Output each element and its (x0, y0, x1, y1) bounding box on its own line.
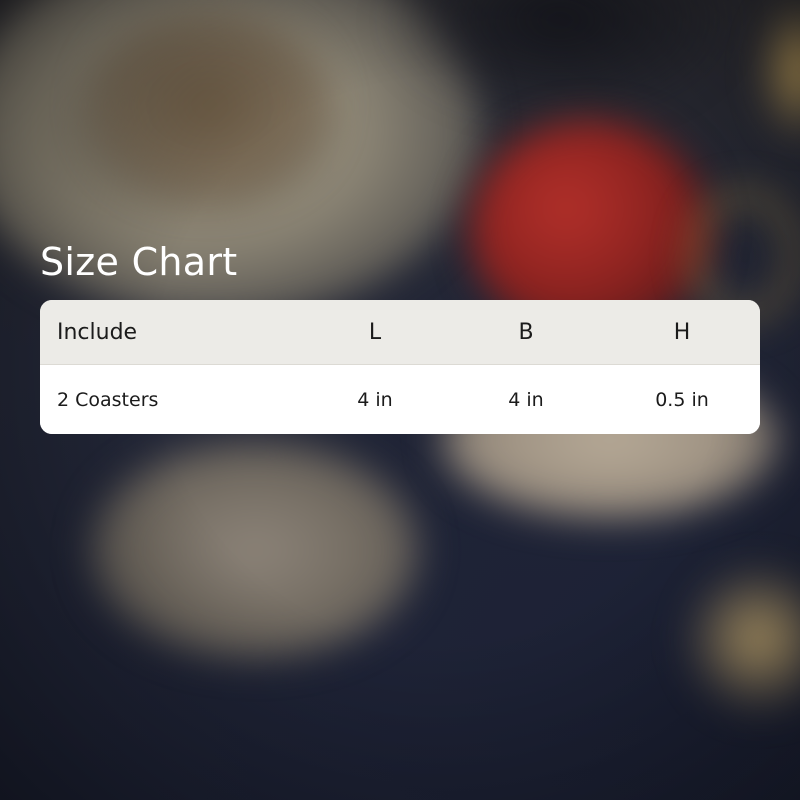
header-length: L (368, 319, 382, 345)
table-row: 2 Coasters 4 in 4 in 0.5 in (40, 365, 760, 434)
header-breadth: B (518, 319, 534, 345)
cell-breadth: 4 in (508, 388, 544, 411)
cell-include: 2 Coasters (57, 388, 159, 411)
table-header-row: Include L B H (40, 300, 760, 365)
cell-height: 0.5 in (655, 388, 709, 411)
header-include: Include (57, 319, 138, 345)
cell-length: 4 in (357, 388, 393, 411)
size-chart-title: Size Chart (40, 240, 238, 284)
header-height: H (673, 319, 691, 345)
size-chart-table: Include L B H 2 Coasters 4 in 4 in 0.5 i… (40, 300, 760, 434)
